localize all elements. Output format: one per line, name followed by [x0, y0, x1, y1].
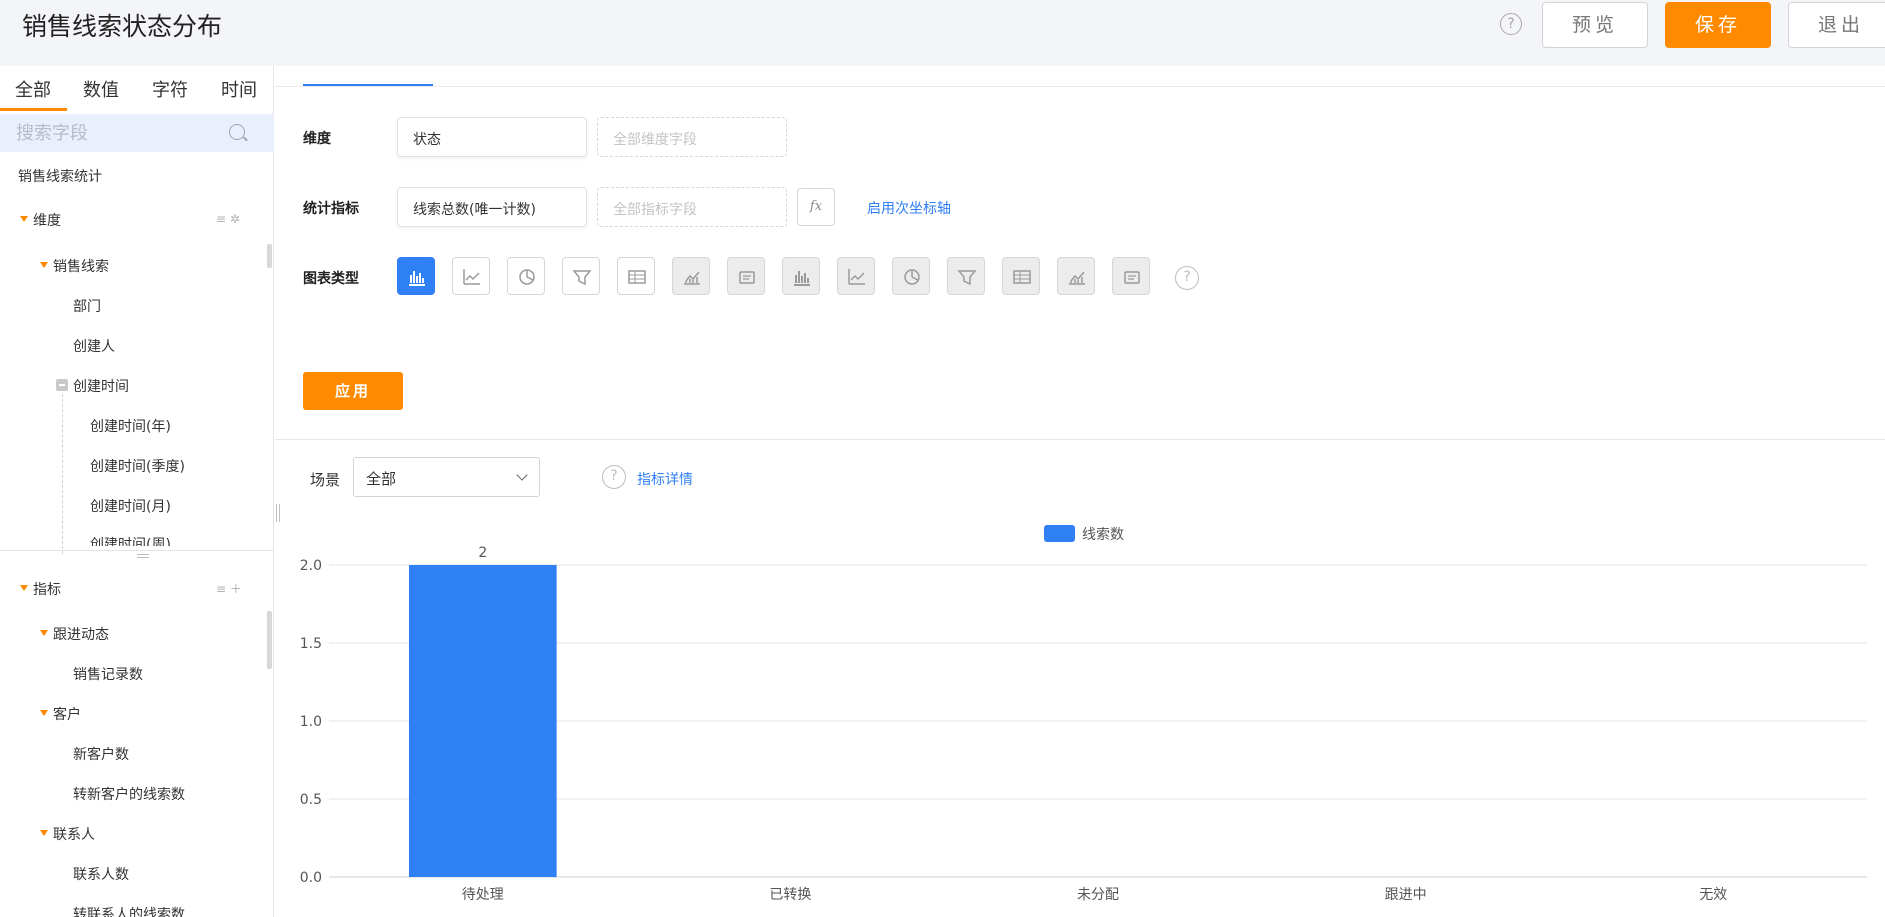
- tree-item-new-customers[interactable]: 新客户数: [73, 744, 129, 764]
- resize-handle[interactable]: [137, 554, 149, 558]
- caret-down-icon[interactable]: [40, 630, 48, 636]
- tree-item-sales-records[interactable]: 销售记录数: [73, 664, 143, 684]
- caret-down-icon[interactable]: [40, 830, 48, 836]
- tree-item-created-month[interactable]: 创建时间(月): [90, 496, 171, 516]
- x-tick-label: 未分配: [1077, 887, 1119, 903]
- field-type-tabs: 全部 数值 字符 时间: [0, 66, 274, 114]
- sort-settings-icon[interactable]: ≡ ✲: [216, 212, 240, 226]
- legend-label: 线索数: [1082, 526, 1124, 543]
- preview-button[interactable]: 预览: [1542, 2, 1648, 48]
- tree-item-department[interactable]: 部门: [73, 296, 101, 316]
- dimensions-heading[interactable]: 维度: [33, 210, 61, 230]
- tree-group-sales-leads[interactable]: 销售线索: [53, 256, 109, 276]
- tree-item-converted-to-customer[interactable]: 转新客户的线索数: [73, 784, 185, 804]
- tree-group-created-time[interactable]: 创建时间: [73, 376, 129, 396]
- search-input[interactable]: [16, 119, 216, 147]
- page-title: 销售线索状态分布: [22, 12, 223, 41]
- active-tab-indicator: [0, 108, 67, 111]
- tree-group-contact[interactable]: 联系人: [53, 824, 95, 844]
- y-tick-label: 2.0: [300, 558, 322, 574]
- scrollbar-thumb[interactable]: [267, 611, 272, 669]
- panel-divider: [0, 550, 274, 551]
- tree-item-created-quarter[interactable]: 创建时间(季度): [90, 456, 185, 476]
- scrollbar-thumb[interactable]: [267, 244, 272, 268]
- y-tick-label: 1.0: [300, 714, 322, 730]
- x-tick-label: 待处理: [462, 887, 504, 903]
- save-button[interactable]: 保存: [1665, 2, 1771, 48]
- dataset-name: 销售线索统计: [18, 169, 102, 185]
- app-header: 销售线索状态分布 ? 预览 保存 退出: [0, 0, 1885, 66]
- collapse-icon[interactable]: [56, 379, 68, 391]
- tab-time[interactable]: 时间: [221, 76, 257, 102]
- tree-item-created-week[interactable]: 创建时间(周): [90, 534, 171, 546]
- x-tick-label: 跟进中: [1385, 887, 1427, 903]
- caret-down-icon[interactable]: [20, 216, 28, 222]
- help-icon[interactable]: ?: [1500, 13, 1522, 35]
- tree-item-converted-to-contact[interactable]: 转联系人的线索数: [73, 904, 185, 917]
- tab-string[interactable]: 字符: [152, 76, 188, 102]
- tree-guide-line: [62, 394, 63, 554]
- tree-item-created-year[interactable]: 创建时间(年): [90, 416, 171, 436]
- tree-item-creator[interactable]: 创建人: [73, 336, 115, 356]
- field-search: [0, 114, 274, 152]
- caret-down-icon[interactable]: [40, 710, 48, 716]
- tab-numeric[interactable]: 数值: [83, 76, 119, 102]
- tree-group-customer[interactable]: 客户: [53, 704, 81, 724]
- tree-item-contacts[interactable]: 联系人数: [73, 864, 129, 884]
- y-tick-label: 0.0: [300, 870, 322, 886]
- field-sidebar: 全部 数值 字符 时间 销售线索统计 维度 ≡ ✲ 销售线索 部门 创建人 创建…: [0, 66, 274, 917]
- chart-editor: 维度 状态 全部维度字段 统计指标 线索总数(唯一计数) 全部指标字段 fx 启…: [275, 66, 1885, 917]
- search-icon[interactable]: [229, 124, 245, 140]
- x-tick-label: 无效: [1699, 887, 1727, 903]
- x-tick-label: 已转换: [769, 886, 811, 903]
- metrics-heading[interactable]: 指标: [33, 579, 61, 599]
- y-tick-label: 0.5: [300, 792, 322, 808]
- caret-down-icon[interactable]: [20, 585, 28, 591]
- bar-chart: 2.0 1.5 1.0 0.5 0.0 2 待处理 已转换 未分配 跟进中 无效 线索数: [300, 525, 1867, 903]
- sort-add-icon[interactable]: ≡ ＋: [216, 580, 242, 597]
- tree-group-follow-up[interactable]: 跟进动态: [53, 624, 109, 644]
- tab-all[interactable]: 全部: [15, 76, 51, 102]
- caret-down-icon[interactable]: [40, 262, 48, 268]
- legend-swatch: [1044, 525, 1075, 542]
- bar: [408, 565, 557, 877]
- y-tick-label: 1.5: [300, 636, 322, 652]
- data-label: 2: [478, 545, 487, 561]
- exit-button[interactable]: 退出: [1788, 2, 1885, 48]
